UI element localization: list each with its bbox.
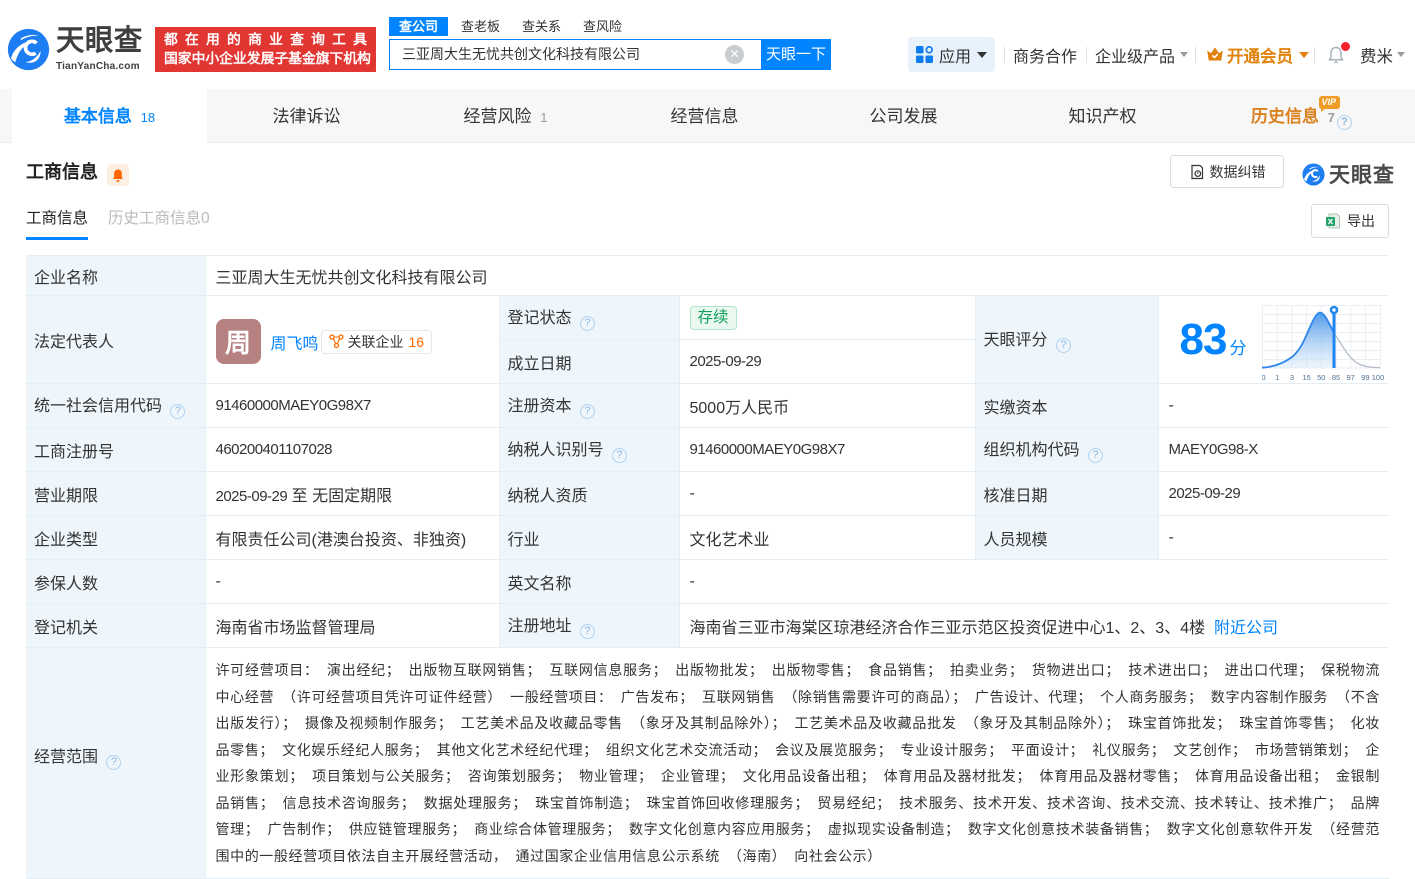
svg-text:3: 3 <box>1290 373 1294 382</box>
svg-text:0: 0 <box>1262 373 1266 382</box>
svg-text:97: 97 <box>1347 373 1355 382</box>
svg-text:100: 100 <box>1372 373 1384 382</box>
svg-text:85: 85 <box>1332 373 1340 382</box>
svg-text:1: 1 <box>1276 373 1280 382</box>
svg-text:99: 99 <box>1362 373 1370 382</box>
svg-text:50: 50 <box>1318 373 1326 382</box>
svg-text:15: 15 <box>1303 373 1311 382</box>
